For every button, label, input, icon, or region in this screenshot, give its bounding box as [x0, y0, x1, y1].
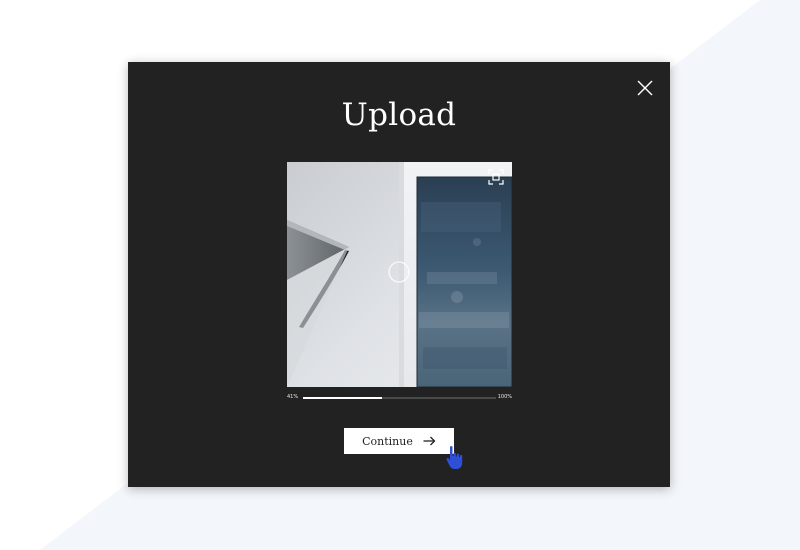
loading-spinner-icon [388, 261, 410, 283]
page: Upload 41% 100% Continue [0, 0, 800, 550]
progress-current-label: 41% [287, 394, 299, 400]
upload-modal: Upload 41% 100% Continue [128, 62, 670, 487]
upload-progress: 41% 100% [287, 392, 512, 404]
image-preview [287, 162, 512, 387]
continue-button[interactable]: Continue [344, 428, 454, 454]
progress-track [303, 397, 496, 399]
modal-title: Upload [341, 97, 457, 133]
crop-icon[interactable] [488, 169, 504, 185]
progress-fill [303, 397, 383, 399]
hand-pointer-icon [446, 446, 463, 469]
arrow-right-icon [423, 436, 436, 446]
progress-max-label: 100% [497, 394, 512, 400]
continue-label: Continue [362, 434, 413, 448]
